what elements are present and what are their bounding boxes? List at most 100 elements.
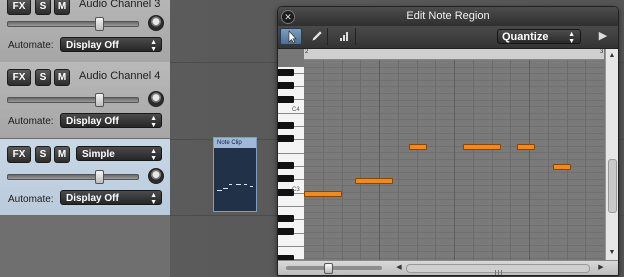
black-key[interactable] [278, 96, 294, 103]
close-icon[interactable]: ✕ [281, 10, 295, 24]
white-key-divider [278, 206, 304, 207]
channel-name: Audio Channel 3 [79, 0, 161, 10]
pointer-icon [288, 30, 297, 44]
automate-select[interactable]: Display Off ▲ ▼ [60, 113, 162, 129]
editor-bottom-bar: ◀ ▶ [278, 260, 618, 275]
channel-strip[interactable]: FX S M Audio Channel 3 Automate: Display… [0, 0, 170, 63]
black-key[interactable] [278, 228, 294, 235]
fx-button[interactable]: FX [7, 69, 31, 86]
solo-button[interactable]: S [35, 69, 51, 86]
zoom-slider-track[interactable] [286, 266, 382, 270]
clip-note-mark [244, 184, 247, 185]
window-title-bar[interactable]: ✕ Edit Note Region [278, 7, 618, 26]
black-key[interactable] [278, 82, 294, 89]
automate-select[interactable]: Display Off ▲ ▼ [60, 37, 162, 53]
grid-beat-line [492, 60, 493, 260]
instrument-preset-value: Simple [82, 149, 115, 160]
mute-button[interactable]: M [54, 146, 70, 163]
midi-note[interactable] [409, 144, 427, 150]
volume-slider-thumb[interactable] [95, 93, 104, 107]
pan-knob[interactable] [148, 168, 164, 184]
pencil-tool[interactable] [306, 28, 328, 45]
automate-select-value: Display Off [66, 116, 119, 127]
mute-button[interactable]: M [54, 0, 70, 15]
midi-note[interactable] [463, 144, 501, 150]
grid-beat-line [342, 60, 343, 260]
grip-line [495, 270, 496, 275]
black-key[interactable] [278, 175, 294, 182]
zoom-slider-thumb[interactable] [324, 263, 333, 274]
piano-keyboard[interactable]: C4 C3 [278, 67, 304, 260]
grid-beat-line [417, 60, 418, 260]
grid-beat-line [548, 60, 549, 260]
automate-label: Automate: [8, 194, 54, 205]
volume-slider-thumb[interactable] [95, 17, 104, 31]
grid-beat-line [585, 60, 586, 260]
black-key[interactable] [278, 122, 294, 129]
instrument-preset-select[interactable]: Simple ▲ ▼ [76, 146, 162, 162]
horizontal-scroll-thumb[interactable] [406, 264, 590, 275]
ruler-bar-number: 2 [305, 49, 309, 55]
volume-slider-track[interactable] [7, 21, 139, 27]
solo-button[interactable]: S [35, 146, 51, 163]
fx-button[interactable]: FX [7, 146, 31, 163]
white-key-divider [278, 113, 304, 114]
scroll-up-icon[interactable]: ▲ [607, 51, 617, 61]
fx-button[interactable]: FX [7, 0, 31, 15]
channel-strip[interactable]: FX S M Audio Channel 4 Automate: Display… [0, 62, 170, 139]
mute-button[interactable]: M [54, 69, 70, 86]
grid-beat-line [473, 60, 474, 260]
midi-note[interactable] [355, 178, 393, 184]
scroll-right-icon[interactable]: ▶ [596, 262, 606, 273]
velocity-tool[interactable] [334, 28, 356, 45]
timeline-ruler[interactable]: 2 3 [304, 49, 604, 60]
updown-arrows-icon: ▲ ▼ [150, 192, 157, 206]
automate-select-value: Display Off [66, 40, 119, 51]
volume-slider-track[interactable] [7, 97, 139, 103]
grid-beat-line [379, 60, 380, 260]
editor-toolbar: Quantize ▲ ▼ ▶ [278, 26, 618, 49]
vertical-scrollbar[interactable]: ▲ ▼ [605, 49, 618, 260]
ruler-bar-number: 3 [600, 49, 604, 55]
solo-button[interactable]: S [35, 0, 51, 15]
grip-line [501, 270, 502, 275]
scroll-down-icon[interactable]: ▼ [607, 248, 617, 258]
clip-note-mark [250, 186, 253, 187]
note-clip[interactable]: Note Clip [213, 137, 257, 212]
automate-select[interactable]: Display Off ▲ ▼ [60, 190, 162, 206]
vertical-scroll-thumb[interactable] [608, 159, 617, 213]
pointer-tool[interactable] [280, 28, 302, 45]
quantize-select[interactable]: Quantize ▲ ▼ [497, 29, 581, 45]
midi-note[interactable] [553, 164, 571, 170]
pan-knob[interactable] [148, 91, 164, 107]
black-key[interactable] [278, 215, 294, 222]
volume-slider-thumb[interactable] [95, 170, 104, 184]
updown-arrows-icon: ▲ ▼ [150, 115, 157, 129]
grid-beat-line [323, 60, 324, 260]
octave-label: C4 [292, 107, 300, 113]
window-title: Edit Note Region [406, 10, 490, 22]
volume-slider-track[interactable] [7, 174, 139, 180]
grid-beat-line [529, 60, 530, 260]
midi-note[interactable] [304, 191, 342, 197]
grid-beat-line [454, 60, 455, 260]
quantize-label: Quantize [502, 31, 549, 43]
automate-select-value: Display Off [66, 193, 119, 204]
white-key-divider [278, 246, 304, 247]
clip-note-mark [229, 184, 232, 185]
scroll-left-icon[interactable]: ◀ [394, 262, 404, 273]
black-key[interactable] [278, 135, 294, 142]
grid-beat-line [398, 60, 399, 260]
black-key[interactable] [278, 162, 294, 169]
clip-note-mark [223, 188, 228, 189]
grid-beat-line [435, 60, 436, 260]
updown-arrows-icon: ▲ ▼ [150, 148, 157, 162]
black-key[interactable] [278, 69, 294, 76]
note-grid[interactable] [304, 60, 604, 260]
pan-knob[interactable] [148, 15, 164, 31]
updown-arrows-icon: ▲ ▼ [568, 31, 575, 45]
edit-note-region-window: ✕ Edit Note Region Quantize ▲ ▼ ▶ 2 3 C4… [277, 6, 619, 276]
midi-note[interactable] [517, 144, 535, 150]
play-icon[interactable]: ▶ [596, 29, 610, 43]
channel-strip-selected[interactable]: FX S M Simple ▲ ▼ Automate: Display Off ▲… [0, 139, 170, 216]
